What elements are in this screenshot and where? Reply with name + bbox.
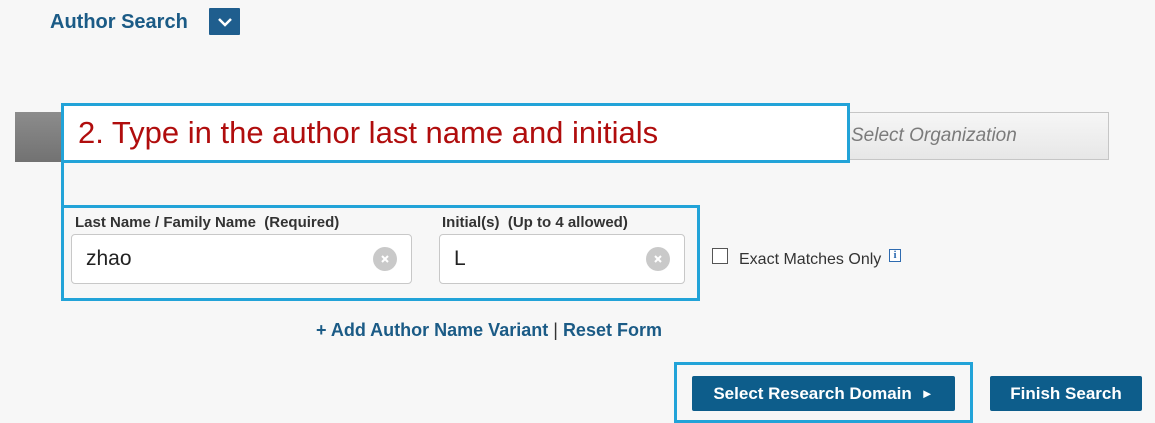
- annotation-callout: 2. Type in the author last name and init…: [61, 103, 850, 163]
- last-name-label: Last Name / Family Name (Required): [75, 214, 340, 231]
- last-name-field-container: [71, 234, 412, 284]
- last-name-input[interactable]: [86, 247, 366, 271]
- finish-search-button[interactable]: Finish Search: [990, 376, 1142, 411]
- clear-icon: [654, 255, 662, 263]
- initials-input[interactable]: [454, 247, 634, 271]
- annotation-connector-line: [61, 162, 64, 208]
- form-links: + Add Author Name Variant | Reset Form: [316, 320, 662, 341]
- select-research-domain-label: Select Research Domain: [713, 383, 912, 403]
- info-icon[interactable]: i: [889, 249, 901, 262]
- play-arrow-icon: ►: [920, 386, 934, 401]
- finish-search-label: Finish Search: [1010, 383, 1122, 403]
- chevron-down-icon: [217, 17, 232, 27]
- step-select-organization[interactable]: Select Organization: [846, 112, 1109, 160]
- link-separator: |: [553, 320, 558, 340]
- reset-form-link[interactable]: Reset Form: [563, 320, 662, 340]
- page-title: Author Search: [50, 11, 188, 33]
- step-select-organization-label: Select Organization: [851, 125, 1017, 146]
- exact-matches-label: Exact Matches Only: [739, 251, 882, 268]
- add-author-name-variant-link[interactable]: + Add Author Name Variant: [316, 320, 548, 340]
- initials-clear-button[interactable]: [646, 247, 670, 271]
- select-research-domain-button[interactable]: Select Research Domain ►: [692, 376, 955, 411]
- clear-icon: [381, 255, 389, 263]
- step-indicator-active: [15, 112, 65, 162]
- exact-matches-checkbox[interactable]: [712, 248, 728, 264]
- initials-label: Initial(s) (Up to 4 allowed): [442, 214, 628, 231]
- annotation-callout-text: 2. Type in the author last name and init…: [78, 115, 659, 150]
- author-search-dropdown-button[interactable]: [209, 8, 240, 35]
- last-name-clear-button[interactable]: [373, 247, 397, 271]
- initials-field-container: [439, 234, 685, 284]
